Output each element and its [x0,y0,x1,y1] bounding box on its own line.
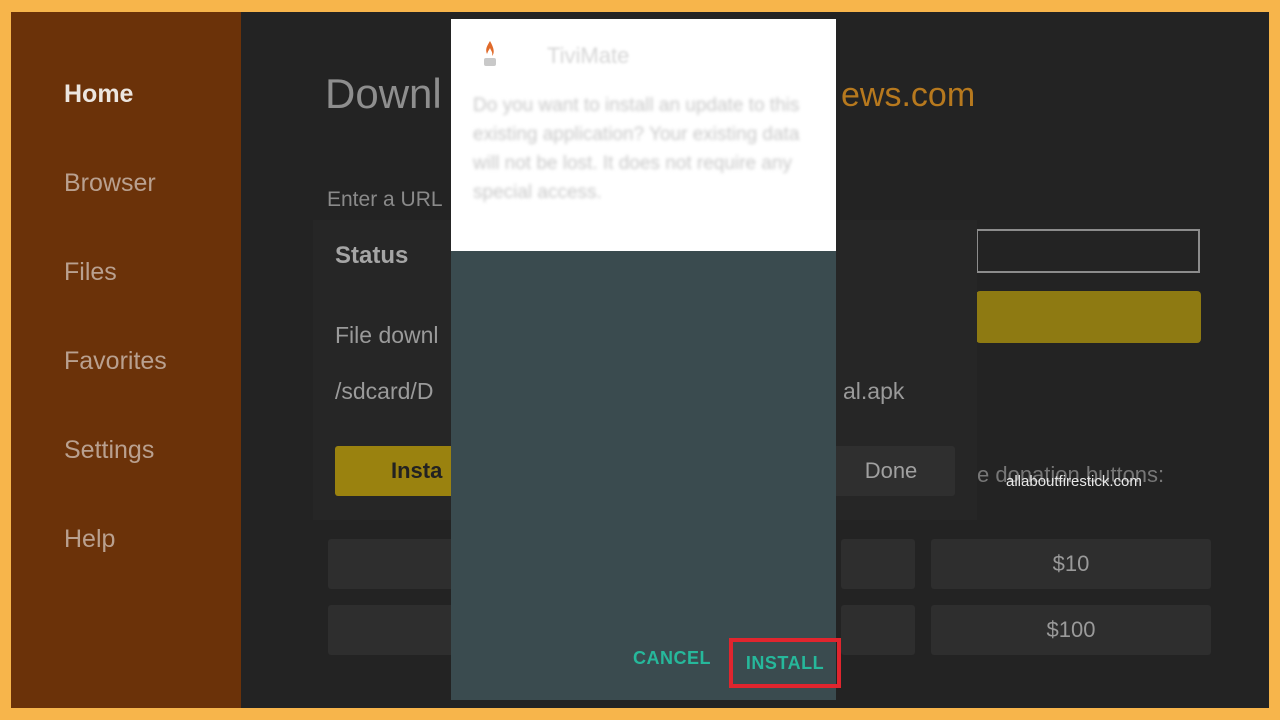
go-button[interactable] [976,291,1201,343]
sidebar-item-files[interactable]: Files [64,258,117,287]
status-path: /sdcard/D [335,378,434,404]
sidebar: Home Browser Files Favorites Settings He… [11,12,241,708]
cancel-button[interactable]: CANCEL [633,648,711,669]
url-label: Enter a URL [327,188,443,211]
status-apk: al.apk [843,378,905,404]
sidebar-item-favorites[interactable]: Favorites [64,347,167,376]
watermark: allaboutfirestick.com [1006,473,1142,490]
install-dialog: TiviMate Do you want to install an updat… [451,19,841,700]
install-button[interactable]: INSTALL [729,638,841,688]
sidebar-item-settings[interactable]: Settings [64,436,154,465]
install-description: Do you want to install an update to this… [473,95,800,203]
sidebar-item-home[interactable]: Home [64,80,133,109]
donation-button-10[interactable]: $10 [931,539,1211,589]
page-title: Downl [325,70,442,117]
install-button-label: INSTALL [745,652,825,673]
sidebar-item-browser[interactable]: Browser [64,169,156,198]
status-title: Status [335,242,409,269]
donation-button-mid-2[interactable] [841,605,915,655]
sidebar-item-help[interactable]: Help [64,525,115,554]
site-text: ews.com [841,76,976,114]
app-icon [484,41,496,66]
install-dialog-header: TiviMate Do you want to install an updat… [451,19,836,251]
status-message: File downl [335,322,439,348]
donation-button-mid-1[interactable] [841,539,915,589]
url-input[interactable] [976,229,1200,273]
donation-button-100[interactable]: $100 [931,605,1211,655]
app-name: TiviMate [547,43,630,68]
tv-screen: Home Browser Files Favorites Settings He… [11,12,1269,708]
